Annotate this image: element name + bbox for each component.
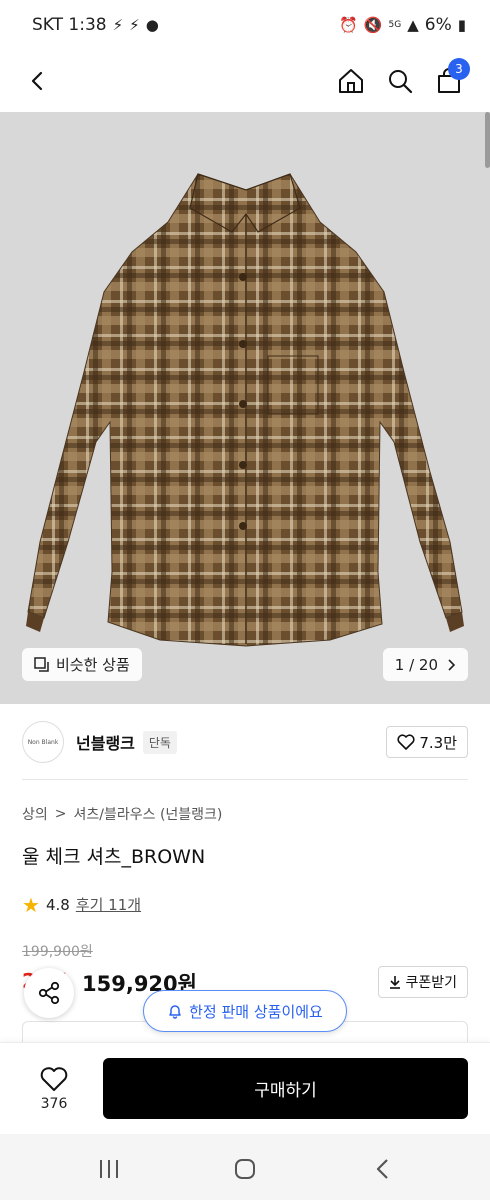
- back-button[interactable]: [18, 61, 58, 101]
- breadcrumb: 상의 > 셔츠/블라우스 (넌블랭크): [22, 804, 222, 824]
- product-title: 울 체크 셔츠_BROWN: [22, 846, 206, 868]
- flash-icon-2: ⚡: [129, 15, 140, 34]
- status-right: ⏰ 🔇 5G ▲ 6% ▮: [339, 15, 466, 35]
- star-icon: ★: [22, 892, 40, 917]
- status-left: SKT 1:38 ⚡ ⚡ ●: [32, 15, 159, 35]
- alarm-icon: ⏰: [339, 15, 358, 34]
- rating-row: ★ 4.8 후기 11개: [22, 894, 141, 915]
- home-circle-icon: [235, 1159, 255, 1179]
- shield-icon: ●: [145, 15, 159, 34]
- purchase-bar: 376 구매하기: [0, 1042, 490, 1134]
- recent-apps-button[interactable]: [94, 1154, 124, 1184]
- system-nav-bar: [0, 1134, 490, 1200]
- search-icon: [389, 70, 413, 94]
- download-icon: [390, 976, 401, 989]
- brand-logo[interactable]: Non Blank: [22, 721, 64, 763]
- limited-sale-notice[interactable]: 한정 판매 상품이에요: [143, 990, 347, 1032]
- top-nav-bar: 3: [0, 50, 490, 112]
- flash-icon: ⚡: [112, 15, 124, 34]
- heart-icon: [40, 1067, 68, 1091]
- status-bar: SKT 1:38 ⚡ ⚡ ● ⏰ 🔇 5G ▲ 6% ▮: [0, 0, 490, 50]
- battery-icon: ▮: [457, 15, 466, 34]
- brand-name[interactable]: 넌블랭크: [76, 730, 135, 754]
- limited-sale-label: 한정 판매 상품이에요: [189, 1002, 323, 1021]
- home-system-button[interactable]: [230, 1154, 260, 1184]
- mute-icon: 🔇: [363, 15, 383, 34]
- chevron-right-icon: [448, 658, 456, 671]
- chevron-left-icon: [376, 1159, 388, 1179]
- signal-icon: ▲: [407, 15, 419, 34]
- battery-percent: 6%: [424, 15, 452, 35]
- status-time: SKT 1:38: [32, 15, 107, 35]
- recent-apps-icon: [100, 1160, 118, 1178]
- wishlist-button[interactable]: 376: [22, 1059, 86, 1119]
- brand-logo-text: Non Blank: [27, 738, 59, 746]
- network-label: 5G: [388, 20, 402, 30]
- share-icon: [38, 981, 60, 1005]
- home-button[interactable]: [331, 61, 371, 101]
- breadcrumb-item-top[interactable]: 상의: [22, 804, 48, 824]
- brand-like-count: 7.3만: [419, 733, 457, 752]
- coupon-button[interactable]: 쿠폰받기: [378, 966, 468, 998]
- original-price: 199,900원: [22, 944, 93, 960]
- chevron-left-icon: [31, 71, 43, 91]
- page-indicator-text: 1 / 20: [394, 655, 438, 674]
- gallery-scrollbar[interactable]: [485, 112, 490, 168]
- heart-icon: [397, 734, 415, 750]
- divider: [22, 779, 468, 780]
- exclusive-badge: 단독: [142, 730, 177, 754]
- gallery-page-indicator[interactable]: 1 / 20: [382, 648, 468, 681]
- similar-products-button[interactable]: 비슷한 상품: [22, 648, 142, 681]
- cart-count-badge: 3: [448, 58, 470, 80]
- rating-value: 4.8: [45, 895, 70, 914]
- coupon-label: 쿠폰받기: [405, 975, 457, 991]
- search-button[interactable]: [380, 61, 420, 101]
- bell-icon: [169, 1005, 181, 1019]
- home-icon: [339, 69, 363, 93]
- cart-button[interactable]: 3: [429, 58, 470, 101]
- wishlist-count: 376: [40, 1096, 68, 1112]
- breadcrumb-separator-icon: >: [54, 806, 67, 822]
- copy-icon: [34, 656, 49, 672]
- brand-row: Non Blank 넌블랭크 단독 7.3만: [0, 704, 490, 780]
- brand-like-button[interactable]: 7.3만: [386, 726, 468, 758]
- product-image-gallery[interactable]: [0, 112, 490, 704]
- review-link[interactable]: 후기 11개: [76, 894, 141, 915]
- breadcrumb-item-category[interactable]: 셔츠/블라우스 (넌블랭크): [74, 804, 223, 824]
- share-button[interactable]: [24, 968, 74, 1018]
- back-system-button[interactable]: [368, 1154, 398, 1184]
- similar-products-label: 비슷한 상품: [56, 656, 130, 674]
- buy-button[interactable]: 구매하기: [103, 1058, 468, 1119]
- product-image: [26, 173, 464, 647]
